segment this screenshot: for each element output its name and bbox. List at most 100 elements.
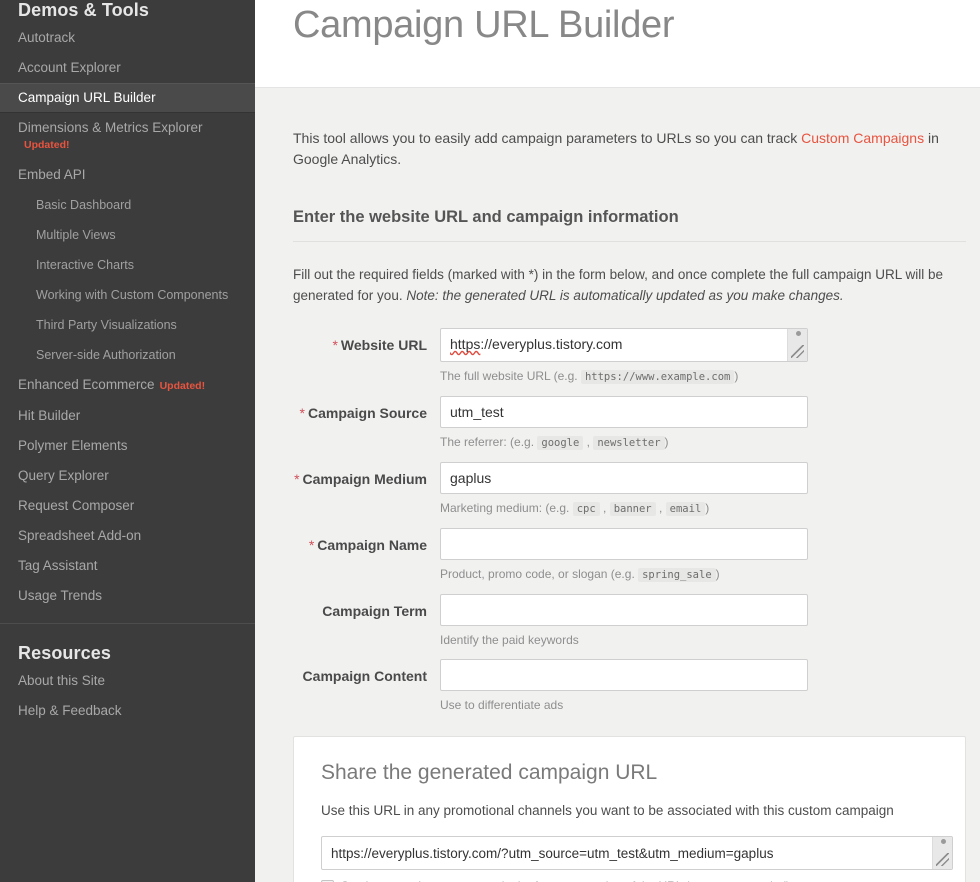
sidebar-item-request-composer[interactable]: Request Composer [0, 491, 255, 521]
form-row-campaign-term: Campaign Term Identify the paid keywords [293, 594, 966, 648]
sidebar-item-label: Multiple Views [36, 228, 116, 242]
textarea-wrapper-website-url: https://everyplus.tistory.com [440, 328, 808, 362]
input-campaign-content[interactable] [440, 659, 808, 691]
hint-campaign-name: Product, promo code, or slogan (e.g. spr… [440, 566, 810, 583]
label-campaign-name: * Campaign Name [293, 528, 440, 554]
label-website-url: * Website URL [293, 328, 440, 354]
sidebar-item-third-party-visualizations[interactable]: Third Party Visualizations [0, 310, 255, 340]
field-column: Identify the paid keywords [440, 594, 810, 648]
sidebar: Demos & Tools Autotrack Account Explorer C… [0, 0, 255, 882]
sidebar-item-label: Autotrack [18, 30, 76, 45]
hint-example-code: spring_sale [638, 568, 716, 582]
hint-suffix: ) [664, 435, 669, 449]
sidebar-item-badge: Updated! [24, 139, 70, 151]
form-row-campaign-content: Campaign Content Use to differentiate ads [293, 659, 966, 713]
sidebar-item-badge: Updated! [159, 380, 206, 392]
hint-text: Marketing medium: (e.g. [440, 501, 573, 515]
sidebar-item-label: Dimensions & Metrics Explorer [18, 120, 203, 135]
sidebar-item-label: Account Explorer [18, 60, 121, 75]
sidebar-item-tag-assistant[interactable]: Tag Assistant [0, 551, 255, 581]
hint-example-code: cpc [572, 502, 600, 516]
app-root: Demos & Tools Autotrack Account Explorer C… [0, 0, 980, 882]
sidebar-item-hit-builder[interactable]: Hit Builder [0, 401, 255, 431]
form-row-campaign-source: *Campaign SourceThe referrer: (e.g. goog… [293, 396, 966, 451]
sidebar-nav-list: Autotrack Account Explorer Campaign URL Bu… [0, 23, 255, 611]
required-asterisk: * [299, 405, 305, 421]
sidebar-item-label: Embed API [18, 167, 86, 182]
sidebar-item-label: Spreadsheet Add-on [18, 528, 142, 543]
hint-suffix: ) [734, 369, 739, 383]
input-campaign-name[interactable] [440, 528, 808, 560]
sidebar-item-embed-api[interactable]: Embed API [0, 160, 255, 190]
main-content: Campaign URL Builder This tool allows yo… [255, 0, 980, 882]
intro-text-before: This tool allows you to easily add campa… [293, 130, 802, 146]
input-campaign-source[interactable] [440, 396, 808, 428]
hint-campaign-term: Identify the paid keywords [440, 632, 810, 648]
share-title: Share the generated campaign URL [321, 761, 658, 784]
input-campaign-term[interactable] [440, 594, 808, 626]
sidebar-item-working-with-custom-components[interactable]: Working with Custom Components [0, 280, 255, 310]
sidebar-resources-block: Resources About this Site Help & Feedback [0, 624, 255, 726]
sidebar-heading-demos: Demos & Tools [18, 0, 149, 20]
label-campaign-content: Campaign Content [293, 659, 440, 685]
sidebar-item-interactive-charts[interactable]: Interactive Charts [0, 250, 255, 280]
hint-example-code: google [537, 436, 584, 450]
hint-text: The full website URL (e.g. [440, 369, 581, 383]
sidebar-item-label: Enhanced Ecommerce [18, 377, 155, 392]
input-website-url[interactable] [440, 328, 808, 362]
intro-paragraph: This tool allows you to easily add campa… [293, 128, 966, 170]
hint-campaign-source: The referrer: (e.g. google , newsletter) [440, 435, 669, 450]
label-campaign-medium: * Campaign Medium [293, 462, 440, 488]
sidebar-item-campaign-url-builder[interactable]: Campaign URL Builder [0, 83, 255, 113]
sidebar-item-dimensions-metrics-explorer[interactable]: Dimensions & Metrics Explorer Updated! [0, 113, 255, 160]
sidebar-item-server-side-authorization[interactable]: Server-side Authorization [0, 340, 255, 370]
section-note-italic: Note: the generated URL is automatically… [406, 288, 844, 303]
hint-suffix: ) [715, 567, 720, 581]
hint-campaign-medium: Marketing medium: (e.g. cpc , banner , e… [440, 501, 710, 516]
label-campaign-term: Campaign Term [293, 594, 440, 620]
hint-text: The referrer: (e.g. [440, 435, 538, 449]
sidebar-item-label: Hit Builder [18, 408, 81, 423]
hint-text: Use to differentiate ads [440, 698, 564, 712]
field-label-text: Campaign Source [307, 405, 427, 421]
sidebar-item-spreadsheet-add-on[interactable]: Spreadsheet Add-on [0, 521, 255, 551]
hint-text: Identify the paid keywords [440, 633, 579, 647]
sidebar-item-query-explorer[interactable]: Query Explorer [0, 461, 255, 491]
sidebar-item-label: Campaign URL Builder [18, 90, 156, 105]
hint-example-code: banner [609, 502, 656, 516]
content-body: This tool allows you to easily add campa… [255, 88, 980, 882]
hint-website-url: The full website URL (e.g. https://www.e… [440, 368, 810, 385]
label-campaign-source: * Campaign Source [293, 396, 440, 422]
sidebar-resources-list: About this Site Help & Feedback [0, 666, 255, 726]
field-column: The referrer: (e.g. google , newsletter) [440, 396, 810, 451]
form-row-website-url: * Website URL https://everyplus.tistory.co… [293, 328, 966, 385]
hint-example-code: email [665, 502, 706, 516]
sidebar-item-multiple-views[interactable]: Multiple Views [0, 220, 255, 250]
sidebar-item-label: Help & Feedback [18, 703, 122, 718]
sidebar-item-label: Server-side Authorization [36, 348, 176, 362]
sidebar-item-help-feedback[interactable]: Help & Feedback [0, 696, 255, 726]
field-label-text: Campaign Content [302, 668, 427, 684]
sidebar-item-label: Interactive Charts [36, 258, 134, 272]
sidebar-item-usage-trends[interactable]: Usage Trends [0, 581, 255, 611]
sidebar-item-autotrack[interactable]: Autotrack [0, 23, 255, 53]
custom-campaigns-link[interactable]: Custom Campaigns [801, 130, 924, 146]
field-label-text: Campaign Medium [302, 471, 427, 487]
field-label-text: Website URL [340, 337, 427, 353]
sidebar-item-basic-dashboard[interactable]: Basic Dashboard [0, 190, 255, 220]
sidebar-item-polymer-elements[interactable]: Polymer Elements [0, 431, 255, 461]
sidebar-item-about-this-site[interactable]: About this Site [0, 666, 255, 696]
sidebar-item-enhanced-ecommerce[interactable]: Enhanced Ecommerce Updated! [0, 370, 255, 401]
hint-example-code: newsletter [593, 436, 665, 450]
field-label-text: Campaign Name [317, 537, 427, 553]
hint-example-code: https://www.example.com [580, 370, 735, 384]
input-campaign-medium[interactable] [440, 462, 808, 494]
generated-url-output[interactable] [321, 836, 953, 870]
sidebar-item-account-explorer[interactable]: Account Explorer [0, 53, 255, 83]
field-column: https://everyplus.tistory.com The full we… [440, 328, 810, 385]
share-panel: Share the generated campaign URL Use thi… [293, 736, 966, 882]
field-column: Product, promo code, or slogan (e.g. spr… [440, 528, 810, 583]
form-row-campaign-name: * Campaign Name Product, promo code, or sl… [293, 528, 966, 583]
section-title: Enter the website URL and campaign infor… [293, 208, 966, 242]
sidebar-item-label: Polymer Elements [18, 438, 128, 453]
